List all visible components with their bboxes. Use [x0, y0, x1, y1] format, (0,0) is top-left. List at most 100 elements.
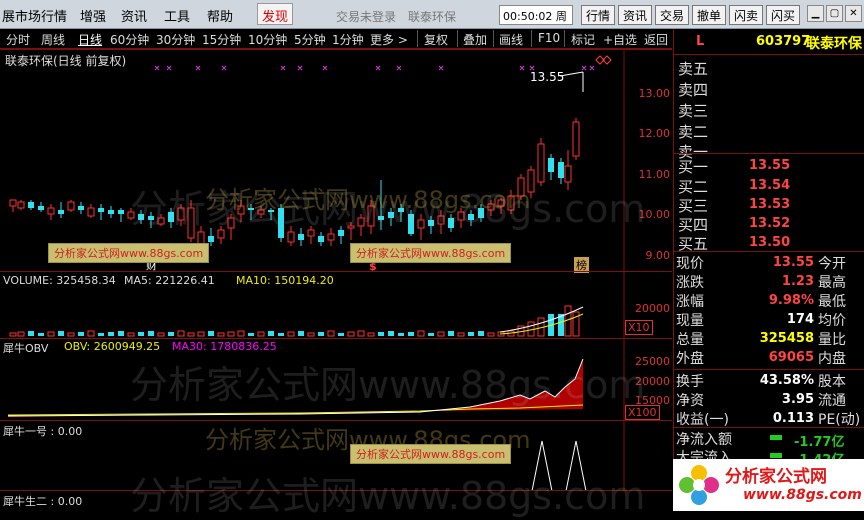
candle-body [38, 206, 44, 210]
candle-body [227, 217, 235, 229]
restore-rights-button[interactable]: 复权 [424, 31, 448, 48]
period-60min[interactable]: 60分钟 [110, 31, 149, 48]
bid-label: 买二 [678, 178, 709, 196]
volume-bar [58, 331, 64, 336]
minimize-icon[interactable]: ▁ [807, 5, 824, 22]
period-intraday[interactable]: 分时 [6, 31, 30, 48]
period-15min[interactable]: 15分钟 [202, 31, 241, 48]
y-tick: 11.00 [638, 168, 671, 181]
volume-bar [98, 333, 104, 336]
stat-label: 股本 [818, 374, 846, 390]
clock-display: 00:50:02 周一 [499, 5, 573, 39]
volume-bar [457, 332, 465, 337]
indicator2-panel[interactable]: 犀牛生二 : 0.00 [0, 490, 672, 511]
menu-discover[interactable]: 发现 [257, 3, 294, 25]
candle-body [478, 208, 484, 218]
overlay-button[interactable]: 叠加 [463, 31, 487, 48]
f10-button[interactable]: F10 [538, 31, 560, 45]
period-week[interactable]: 周线 [41, 31, 65, 48]
period-toolbar: 分时 周线 日线 60分钟 30分钟 15分钟 10分钟 5分钟 1分钟 更多 … [0, 29, 672, 49]
y-tick: 13.00 [638, 87, 671, 100]
bid-label: 买三 [678, 197, 709, 215]
candle-body [558, 162, 564, 178]
cancel-order-button[interactable]: 撤单 [692, 5, 727, 25]
mark-button[interactable]: 标记 [571, 31, 595, 48]
candle-body [437, 215, 445, 225]
candle-body [138, 214, 144, 220]
volume-bar [347, 331, 355, 337]
candlestick-panel[interactable]: 联泰环保(日线 前复权) 13.55 财 $ 榜 13.00 12.00 11.… [0, 49, 672, 273]
watermark-badge: 分析家公式网www.88gs.com [350, 444, 512, 464]
period-30min[interactable]: 30分钟 [156, 31, 195, 48]
period-more[interactable]: 更多 > [370, 31, 408, 48]
candle-body [338, 230, 344, 236]
close-icon[interactable]: ✕ [845, 5, 862, 22]
volume-panel[interactable]: VOLUME: 325458.34 MA5: 221226.41 MA10: 1… [0, 271, 672, 339]
volume-bar [417, 330, 425, 337]
menu-news[interactable]: 资讯 [121, 6, 147, 25]
candle-chart [9, 50, 625, 272]
y-tick: 12.00 [638, 127, 671, 140]
stat-label: 内盘 [818, 351, 846, 367]
bid-price: 13.53 [749, 197, 791, 212]
candle-body [287, 231, 295, 243]
volume-bar [237, 330, 245, 337]
menu-tools[interactable]: 工具 [164, 6, 190, 25]
obv-chart [7, 339, 625, 421]
logo-url: www.88gs.com [743, 487, 862, 503]
candle-body [408, 214, 414, 234]
candle-body [127, 211, 135, 219]
volume-bar [208, 331, 214, 336]
add-watchlist-button[interactable]: +自选 [603, 31, 637, 48]
ind1-chart [531, 421, 625, 491]
stat-value: 3.95 [781, 392, 814, 407]
stat-label: 最高 [818, 275, 846, 291]
menu-help[interactable]: 帮助 [207, 6, 233, 25]
quote-button[interactable]: 行情 [581, 5, 616, 25]
flash-sell-button[interactable]: 闪卖 [729, 5, 764, 25]
vol-unit: X10 [625, 320, 653, 335]
stat-value: 174 [786, 312, 814, 327]
stat-label: 今开 [818, 256, 846, 272]
period-day[interactable]: 日线 [78, 31, 102, 48]
volume-bar [278, 333, 284, 336]
flash-buy-button[interactable]: 闪买 [766, 5, 801, 25]
candle-body [187, 207, 195, 239]
period-10min[interactable]: 10分钟 [248, 31, 287, 48]
period-1min[interactable]: 1分钟 [332, 31, 364, 48]
volume-bar [268, 331, 274, 336]
trade-button[interactable]: 交易 [655, 5, 690, 25]
purple-signal-marks [154, 65, 595, 71]
volume-bar [408, 332, 414, 336]
candle-body [347, 225, 355, 229]
quote-panel: L 603797 联泰环保 卖五 卖四 卖三 卖二 卖一 买一 13.55 买二… [673, 29, 864, 511]
candle-body [572, 121, 580, 157]
volume-bar [257, 331, 265, 337]
news-button[interactable]: 资讯 [618, 5, 653, 25]
title-stock: 联泰环保 [408, 10, 457, 24]
volume-bar [127, 332, 135, 337]
menu-market[interactable]: 展市场行情 [2, 6, 67, 25]
period-5min[interactable]: 5分钟 [294, 31, 326, 48]
volume-bar [437, 331, 445, 337]
trade-status: 交易未登录 [336, 10, 397, 24]
obv-panel[interactable]: 犀牛OBV OBV: 2600949.25 MA30: 1780836.25 2… [0, 338, 672, 421]
draw-line-button[interactable]: 画线 [499, 31, 523, 48]
indicator1-panel[interactable]: 犀牛一号 : 0.00 [0, 420, 672, 491]
volume-bar [487, 332, 495, 337]
volume-bar [87, 330, 95, 337]
candle-body [307, 229, 315, 237]
menu-enhance[interactable]: 增强 [80, 6, 106, 25]
maximize-icon[interactable]: ▢ [826, 5, 843, 22]
candle-body [177, 207, 185, 221]
candle-body [278, 208, 284, 238]
listing-flag: L [696, 34, 705, 49]
candle-body [47, 207, 55, 215]
candle-body [537, 143, 545, 183]
candle-body [168, 212, 174, 222]
candle-body [217, 229, 225, 239]
stat-label: 最低 [818, 294, 846, 310]
candle-body [148, 216, 154, 220]
back-button[interactable]: 返回 [644, 31, 668, 48]
candle-body [298, 234, 304, 240]
